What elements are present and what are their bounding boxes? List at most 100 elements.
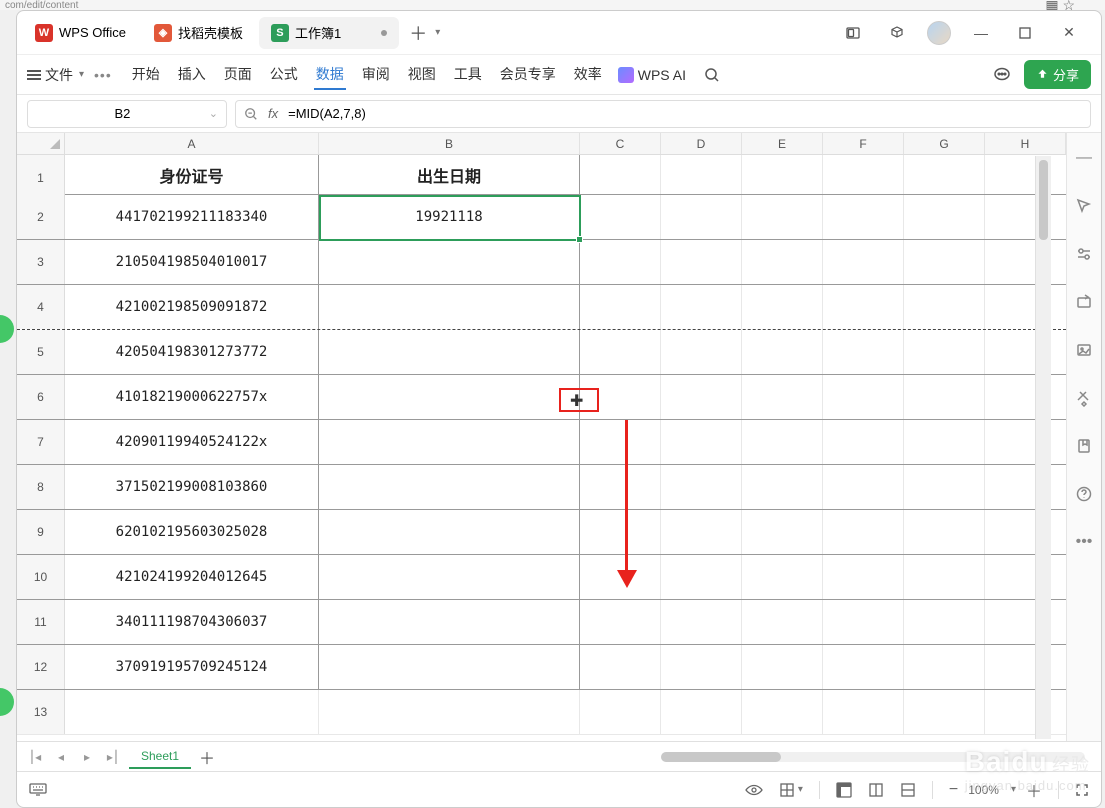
- formula-input[interactable]: fx =MID(A2,7,8): [235, 100, 1091, 128]
- cell[interactable]: [742, 375, 823, 419]
- cell[interactable]: [319, 645, 580, 689]
- tab-docer[interactable]: ◈ 找稻壳模板: [142, 17, 255, 49]
- more-menu[interactable]: •••: [94, 67, 112, 83]
- table-row[interactable]: 5420504198301273772: [17, 330, 1066, 375]
- menu-efficiency[interactable]: 效率: [572, 60, 604, 90]
- name-box[interactable]: B2 ⌄: [27, 100, 227, 128]
- cube-icon[interactable]: [883, 19, 911, 47]
- cell[interactable]: [742, 555, 823, 599]
- cell[interactable]: [823, 465, 904, 509]
- table-row[interactable]: 244170219921118334019921118: [17, 195, 1066, 240]
- sheet-nav-last[interactable]: ▸⎮: [103, 750, 123, 764]
- cell[interactable]: [904, 195, 985, 239]
- share-button[interactable]: 分享: [1024, 60, 1091, 89]
- cell[interactable]: [823, 285, 904, 329]
- new-tab-button[interactable]: ＋: [403, 20, 433, 46]
- row-header[interactable]: 8: [17, 465, 65, 509]
- zoom-in-button[interactable]: ＋: [1026, 778, 1042, 802]
- col-header-H[interactable]: H: [985, 133, 1066, 154]
- menu-member[interactable]: 会员专享: [498, 60, 558, 90]
- tools-icon[interactable]: [1073, 387, 1095, 409]
- close-button[interactable]: ✕: [1055, 19, 1083, 47]
- sheet-nav-first[interactable]: ⎮◂: [25, 750, 45, 764]
- rows-container[interactable]: 1身份证号出生日期2441702199211183340199211183210…: [17, 155, 1066, 741]
- cell[interactable]: [742, 195, 823, 239]
- cell[interactable]: [661, 285, 742, 329]
- row-header[interactable]: 11: [17, 600, 65, 644]
- row-header[interactable]: 12: [17, 645, 65, 689]
- zoom-chevron-icon[interactable]: ▾: [1011, 784, 1016, 795]
- cell[interactable]: [580, 690, 661, 734]
- view-page-icon[interactable]: [868, 782, 884, 798]
- sheet-nav-prev[interactable]: ◂: [51, 750, 71, 764]
- maximize-button[interactable]: [1011, 19, 1039, 47]
- tab-workbook[interactable]: S 工作簿1: [259, 17, 399, 49]
- cell[interactable]: [742, 420, 823, 464]
- cell[interactable]: [580, 195, 661, 239]
- cell[interactable]: 41018219000622757x: [65, 375, 319, 419]
- cell[interactable]: [580, 375, 661, 419]
- vertical-scrollbar[interactable]: [1035, 156, 1051, 739]
- sheet-tab[interactable]: Sheet1: [129, 745, 191, 769]
- cell[interactable]: [661, 155, 742, 194]
- bookmark-icon[interactable]: [1073, 435, 1095, 457]
- table-row[interactable]: 13: [17, 690, 1066, 735]
- scroll-thumb[interactable]: [661, 752, 781, 762]
- row-header[interactable]: 6: [17, 375, 65, 419]
- menu-tools[interactable]: 工具: [452, 60, 484, 90]
- cell[interactable]: [319, 420, 580, 464]
- cell[interactable]: [319, 285, 580, 329]
- cell[interactable]: [661, 330, 742, 374]
- fullscreen-icon[interactable]: [1075, 783, 1089, 797]
- fx-icon[interactable]: fx: [268, 106, 278, 121]
- user-avatar[interactable]: [927, 21, 951, 45]
- row-header[interactable]: 3: [17, 240, 65, 284]
- search-icon[interactable]: [704, 67, 720, 83]
- window-split-icon[interactable]: [839, 19, 867, 47]
- cell[interactable]: [742, 240, 823, 284]
- cell[interactable]: [580, 645, 661, 689]
- zoom-value[interactable]: 100%: [968, 783, 999, 797]
- cell[interactable]: [661, 645, 742, 689]
- help-icon[interactable]: [1073, 483, 1095, 505]
- cell[interactable]: [904, 240, 985, 284]
- cell[interactable]: [319, 465, 580, 509]
- cell[interactable]: [319, 690, 580, 734]
- select-all-corner[interactable]: [17, 133, 65, 154]
- col-header-C[interactable]: C: [580, 133, 661, 154]
- cell[interactable]: [661, 555, 742, 599]
- cell[interactable]: [904, 420, 985, 464]
- minimize-button[interactable]: —: [967, 19, 995, 47]
- tab-wps-home[interactable]: W WPS Office: [23, 17, 138, 49]
- row-header[interactable]: 7: [17, 420, 65, 464]
- row-header[interactable]: 13: [17, 690, 65, 734]
- table-row[interactable]: 8371502199008103860: [17, 465, 1066, 510]
- cell[interactable]: [580, 240, 661, 284]
- cell[interactable]: [65, 690, 319, 734]
- cell[interactable]: [742, 465, 823, 509]
- col-header-A[interactable]: A: [65, 133, 319, 154]
- table-row[interactable]: 4421002198509091872: [17, 285, 1066, 330]
- cell[interactable]: [742, 285, 823, 329]
- cell[interactable]: [904, 555, 985, 599]
- cell[interactable]: [742, 690, 823, 734]
- more-icon[interactable]: •••: [1073, 531, 1095, 553]
- cell[interactable]: [661, 240, 742, 284]
- zoom-out-button[interactable]: −: [949, 781, 958, 799]
- cell[interactable]: [823, 690, 904, 734]
- cell[interactable]: 身份证号: [65, 155, 319, 194]
- sheet-nav-next[interactable]: ▸: [77, 750, 97, 764]
- table-row[interactable]: 641018219000622757x: [17, 375, 1066, 420]
- col-header-E[interactable]: E: [742, 133, 823, 154]
- cell[interactable]: 出生日期: [319, 155, 580, 194]
- cell[interactable]: [580, 510, 661, 554]
- view-normal-icon[interactable]: [836, 782, 852, 798]
- cell[interactable]: [823, 195, 904, 239]
- cell[interactable]: [319, 375, 580, 419]
- cell[interactable]: [823, 510, 904, 554]
- cell[interactable]: 210504198504010017: [65, 240, 319, 284]
- cell[interactable]: [742, 600, 823, 644]
- cell[interactable]: [319, 600, 580, 644]
- cell[interactable]: [823, 375, 904, 419]
- cell[interactable]: [904, 155, 985, 194]
